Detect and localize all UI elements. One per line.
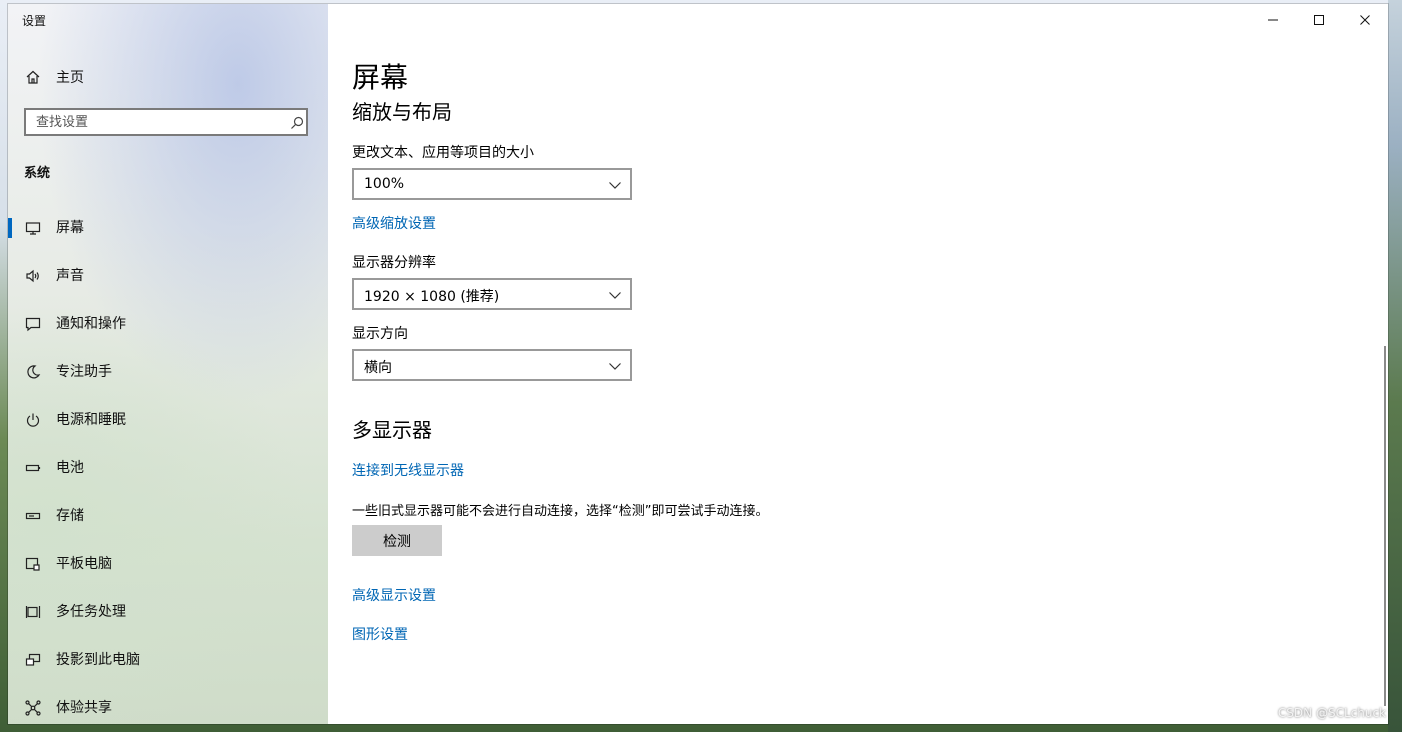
watermark: CSDN @SCLchuck xyxy=(1277,706,1386,720)
dropdown-value: 1920 × 1080 (推荐) xyxy=(364,289,500,305)
orientation-label: 显示方向 xyxy=(352,326,408,342)
advanced-display-settings-link[interactable]: 高级显示设置 xyxy=(352,585,436,605)
sidebar-item-label: 专注助手 xyxy=(56,364,112,380)
home-icon xyxy=(24,68,42,86)
sidebar-item-label: 声音 xyxy=(56,268,84,284)
main-content: 屏幕 缩放与布局 更改文本、应用等项目的大小 100% 高级缩放设置 显示器分辨… xyxy=(352,4,1352,724)
sidebar-item-label: 投影到此电脑 xyxy=(56,652,140,668)
battery-icon xyxy=(24,459,42,477)
tablet-icon xyxy=(24,555,42,573)
sidebar-item-label: 屏幕 xyxy=(56,220,84,236)
section-title-multiple-displays: 多显示器 xyxy=(352,418,432,442)
chevron-down-icon xyxy=(609,363,621,370)
sidebar-item-label: 体验共享 xyxy=(56,700,112,716)
text-size-label: 更改文本、应用等项目的大小 xyxy=(352,145,534,161)
notification-icon xyxy=(24,315,42,333)
sidebar-item-tablet[interactable]: 平板电脑 xyxy=(8,540,328,588)
sidebar-item-label: 平板电脑 xyxy=(56,556,112,572)
storage-icon xyxy=(24,507,42,525)
settings-window: 设置 主页 系统 屏幕 xyxy=(8,4,1388,724)
sidebar-item-shared-experiences[interactable]: 体验共享 xyxy=(8,684,328,724)
text-size-dropdown[interactable]: 100% xyxy=(352,168,632,200)
resolution-label: 显示器分辨率 xyxy=(352,255,436,271)
chevron-down-icon xyxy=(609,292,621,299)
sidebar-item-project-to-pc[interactable]: 投影到此电脑 xyxy=(8,636,328,684)
moon-icon xyxy=(24,363,42,381)
sidebar-item-label: 存储 xyxy=(56,508,84,524)
power-icon xyxy=(24,411,42,429)
close-icon xyxy=(1360,15,1370,25)
window-title: 设置 xyxy=(22,14,47,28)
advanced-scaling-link[interactable]: 高级缩放设置 xyxy=(352,213,436,233)
connect-wireless-display-link[interactable]: 连接到无线显示器 xyxy=(352,460,464,480)
sidebar-item-label: 电源和睡眠 xyxy=(56,412,126,428)
search-input[interactable] xyxy=(24,108,308,136)
share-icon xyxy=(24,699,42,717)
sidebar-item-label: 电池 xyxy=(56,460,84,476)
sidebar-item-label: 通知和操作 xyxy=(56,316,126,332)
sidebar-item-notifications[interactable]: 通知和操作 xyxy=(8,300,328,348)
sidebar-item-battery[interactable]: 电池 xyxy=(8,444,328,492)
sidebar-nav: 屏幕 声音 通知和操作 专注助手 电源和睡眠 电池 存储 平板电脑 多任务处理 … xyxy=(8,204,328,724)
chevron-down-icon xyxy=(609,182,621,189)
sidebar: 设置 主页 系统 屏幕 xyxy=(8,4,328,724)
orientation-dropdown[interactable]: 横向 xyxy=(352,349,632,381)
sidebar-item-storage[interactable]: 存储 xyxy=(8,492,328,540)
sidebar-item-sound[interactable]: 声音 xyxy=(8,252,328,300)
sidebar-item-display[interactable]: 屏幕 xyxy=(8,204,328,252)
graphics-settings-link[interactable]: 图形设置 xyxy=(352,624,408,644)
sidebar-item-focus-assist[interactable]: 专注助手 xyxy=(8,348,328,396)
sidebar-item-home[interactable]: 主页 xyxy=(8,62,328,92)
desktop-background xyxy=(1388,0,1402,732)
multitask-icon xyxy=(24,603,42,621)
detect-description: 一些旧式显示器可能不会进行自动连接，选择“检测”即可尝试手动连接。 xyxy=(352,504,769,519)
section-title-scale-layout: 缩放与布局 xyxy=(352,100,452,124)
speaker-icon xyxy=(24,267,42,285)
dropdown-value: 100% xyxy=(364,176,405,192)
dropdown-value: 横向 xyxy=(364,360,392,376)
monitor-icon xyxy=(24,219,42,237)
page-title: 屏幕 xyxy=(352,61,409,94)
sidebar-item-power-sleep[interactable]: 电源和睡眠 xyxy=(8,396,328,444)
search-icon[interactable] xyxy=(289,115,305,131)
scrollbar[interactable] xyxy=(1384,346,1386,706)
sidebar-item-multitasking[interactable]: 多任务处理 xyxy=(8,588,328,636)
sidebar-group-label: 系统 xyxy=(24,166,51,181)
detect-button[interactable]: 检测 xyxy=(352,525,442,556)
resolution-dropdown[interactable]: 1920 × 1080 (推荐) xyxy=(352,278,632,310)
sidebar-item-label: 多任务处理 xyxy=(56,604,126,620)
project-icon xyxy=(24,651,42,669)
sidebar-item-label: 主页 xyxy=(56,70,84,86)
